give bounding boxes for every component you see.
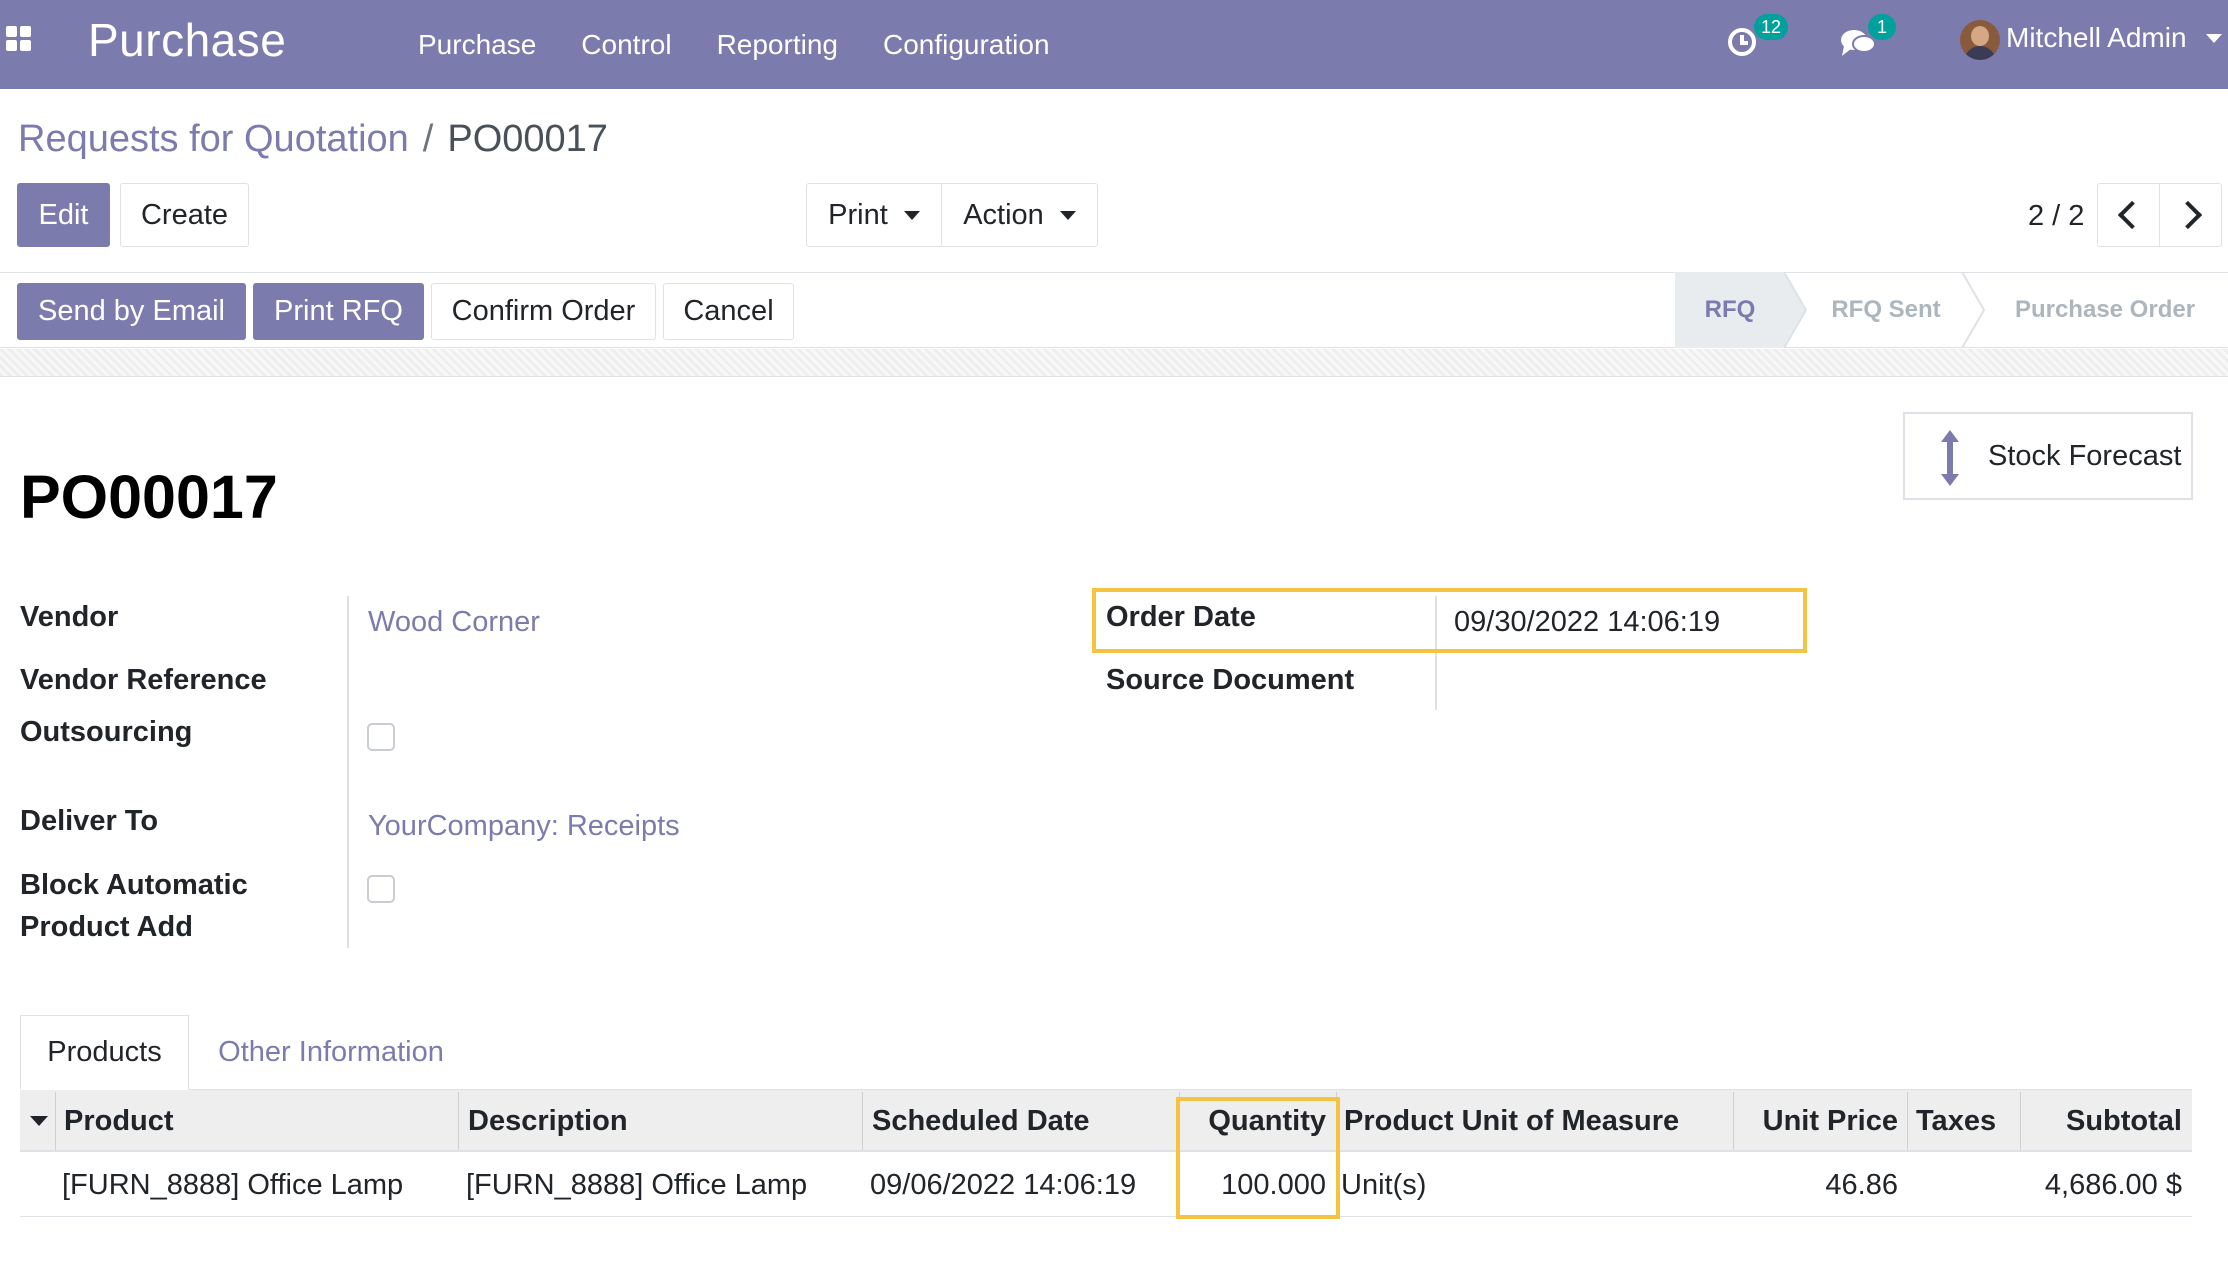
column-uom[interactable]: Product Unit of Measure: [1344, 1090, 1679, 1152]
app-name[interactable]: Purchase: [88, 13, 286, 67]
table-row-divider: [20, 1216, 2192, 1217]
column-separator: [55, 1092, 56, 1150]
chat-bubbles-icon[interactable]: 1: [1840, 14, 1896, 56]
stock-forecast-button[interactable]: Stock Forecast: [1903, 412, 2193, 500]
caret-down-icon: [1059, 210, 1076, 220]
column-separator: [862, 1092, 863, 1150]
cell-unit-price[interactable]: 46.86: [1740, 1155, 1898, 1215]
stage-rfq[interactable]: RFQ: [1675, 272, 1785, 348]
tab-other-information[interactable]: Other Information: [196, 1015, 466, 1090]
top-navbar: Purchase Purchase Control Reporting Conf…: [0, 0, 2228, 89]
cell-scheduled-date[interactable]: 09/06/2022 14:06:19: [870, 1155, 1136, 1215]
arrows-vertical-icon: [1941, 430, 1959, 486]
tab-products[interactable]: Products: [20, 1015, 189, 1090]
menu-item-purchase[interactable]: Purchase: [418, 29, 536, 61]
cell-product[interactable]: [FURN_8888] Office Lamp: [62, 1155, 403, 1215]
sheet-background: [0, 349, 2228, 377]
block-automatic-label: Block Automatic: [20, 869, 248, 901]
column-scheduled-date[interactable]: Scheduled Date: [872, 1090, 1090, 1152]
message-count-badge: 1: [1868, 14, 1896, 40]
edit-button[interactable]: Edit: [17, 183, 110, 247]
block-automatic-checkbox[interactable]: [367, 875, 395, 903]
print-label: Print: [828, 198, 888, 231]
caret-down-icon: [903, 210, 920, 220]
cell-description[interactable]: [FURN_8888] Office Lamp: [466, 1155, 807, 1215]
chevron-right-icon: [2173, 200, 2202, 230]
vendor-reference-label: Vendor Reference: [20, 664, 267, 696]
activity-clock-icon[interactable]: 12: [1726, 14, 1788, 56]
cell-subtotal[interactable]: 4,686.00 $: [2000, 1155, 2182, 1215]
column-separator: [458, 1092, 459, 1150]
outsourcing-label: Outsourcing: [20, 716, 193, 748]
pager-next-button[interactable]: [2159, 183, 2222, 247]
breadcrumb-current: PO00017: [447, 118, 608, 160]
column-separator: [2020, 1092, 2021, 1150]
breadcrumb-parent[interactable]: Requests for Quotation: [18, 118, 409, 160]
cell-uom[interactable]: Unit(s): [1341, 1155, 1426, 1215]
menu-item-control[interactable]: Control: [581, 29, 671, 61]
stage-rfq-sent[interactable]: RFQ Sent: [1806, 272, 1966, 348]
main-menu: Purchase Control Reporting Configuration: [418, 0, 1050, 89]
source-document-label: Source Document: [1106, 664, 1355, 696]
order-date-highlight: [1092, 588, 1807, 653]
outsourcing-checkbox[interactable]: [367, 723, 395, 751]
column-unit-price[interactable]: Unit Price: [1740, 1090, 1898, 1152]
quantity-highlight: [1176, 1097, 1340, 1219]
caret-down-icon[interactable]: [2206, 34, 2222, 43]
apps-grid-icon[interactable]: [6, 26, 32, 52]
user-name[interactable]: Mitchell Admin: [2006, 22, 2187, 54]
pager-value[interactable]: 2 / 2: [2028, 200, 2084, 233]
optional-columns-toggle[interactable]: [30, 1090, 50, 1152]
print-dropdown[interactable]: Print: [806, 183, 942, 247]
column-separator: [1733, 1092, 1734, 1150]
send-by-email-button[interactable]: Send by Email: [17, 283, 246, 340]
action-dropdown[interactable]: Action: [941, 183, 1098, 247]
source-document-field[interactable]: [1454, 664, 1954, 704]
menu-item-reporting[interactable]: Reporting: [717, 29, 838, 61]
deliver-to-field[interactable]: YourCompany: Receipts: [368, 810, 680, 843]
stage-purchase-order[interactable]: Purchase Order: [1990, 272, 2220, 348]
confirm-order-button[interactable]: Confirm Order: [431, 283, 656, 340]
column-subtotal[interactable]: Subtotal: [2030, 1090, 2182, 1152]
pager-previous-button[interactable]: [2097, 183, 2160, 247]
chevron-left-icon: [2117, 200, 2146, 230]
column-separator: [1907, 1092, 1908, 1150]
vendor-reference-field[interactable]: [368, 664, 968, 704]
deliver-to-label: Deliver To: [20, 805, 159, 837]
activity-count-badge: 12: [1754, 14, 1788, 40]
vendor-label: Vendor: [20, 601, 119, 633]
product-add-label: Product Add: [20, 911, 193, 943]
print-rfq-button[interactable]: Print RFQ: [253, 283, 424, 340]
breadcrumb-separator: /: [422, 118, 434, 160]
user-avatar[interactable]: [1960, 20, 2000, 60]
stock-forecast-label: Stock Forecast: [1988, 440, 2182, 472]
column-description[interactable]: Description: [468, 1090, 628, 1152]
caret-down-icon: [30, 1116, 48, 1126]
breadcrumb: Requests for Quotation / PO00017: [18, 118, 608, 161]
menu-item-configuration[interactable]: Configuration: [883, 29, 1050, 61]
record-name: PO00017: [20, 463, 278, 531]
column-taxes[interactable]: Taxes: [1916, 1090, 1996, 1152]
vendor-field[interactable]: Wood Corner: [368, 606, 540, 639]
column-product[interactable]: Product: [64, 1090, 174, 1152]
field-divider: [347, 596, 349, 948]
create-button[interactable]: Create: [120, 183, 249, 247]
cancel-button[interactable]: Cancel: [663, 283, 794, 340]
action-label: Action: [963, 198, 1044, 231]
stage-arrow-icon: [1962, 272, 1986, 348]
